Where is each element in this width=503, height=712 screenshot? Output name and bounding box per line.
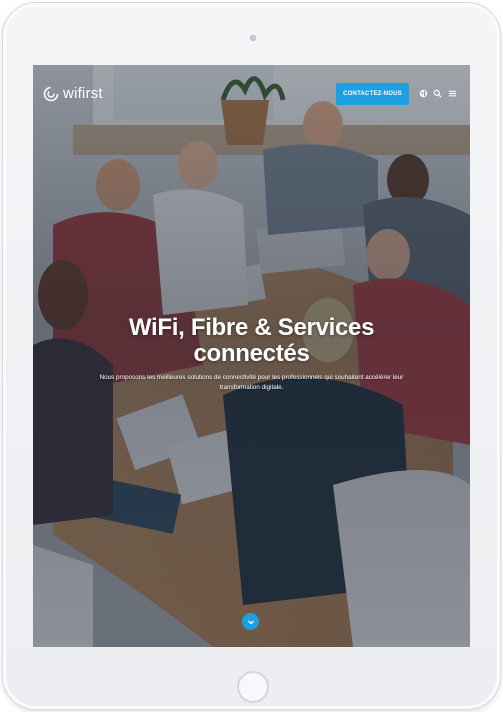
scroll-down-button[interactable] <box>242 613 259 630</box>
hero: WiFi, Fibre & Services connectés Nous pr… <box>33 315 470 393</box>
menu-icon[interactable] <box>448 89 457 98</box>
search-icon[interactable] <box>433 89 442 98</box>
screen: wifirst CONTACTEZ-NOUS WiFi, Fibre & Ser… <box>33 65 470 647</box>
home-button[interactable] <box>237 671 269 703</box>
camera-dot <box>250 35 256 41</box>
hero-subtitle: Nous proposons les meilleures solutions … <box>99 374 404 391</box>
chevron-down-icon <box>247 620 254 624</box>
hero-title-line2: connectés <box>193 340 310 367</box>
wifirst-logo-icon <box>43 86 59 101</box>
hero-title: WiFi, Fibre & Services connectés <box>33 315 470 367</box>
globe-icon[interactable] <box>419 89 428 98</box>
contact-button[interactable]: CONTACTEZ-NOUS <box>336 83 409 105</box>
navbar: wifirst CONTACTEZ-NOUS <box>33 65 470 123</box>
logo[interactable]: wifirst <box>43 85 103 102</box>
hero-title-line1: WiFi, Fibre & Services <box>128 314 375 341</box>
logo-text: wifirst <box>63 85 103 102</box>
